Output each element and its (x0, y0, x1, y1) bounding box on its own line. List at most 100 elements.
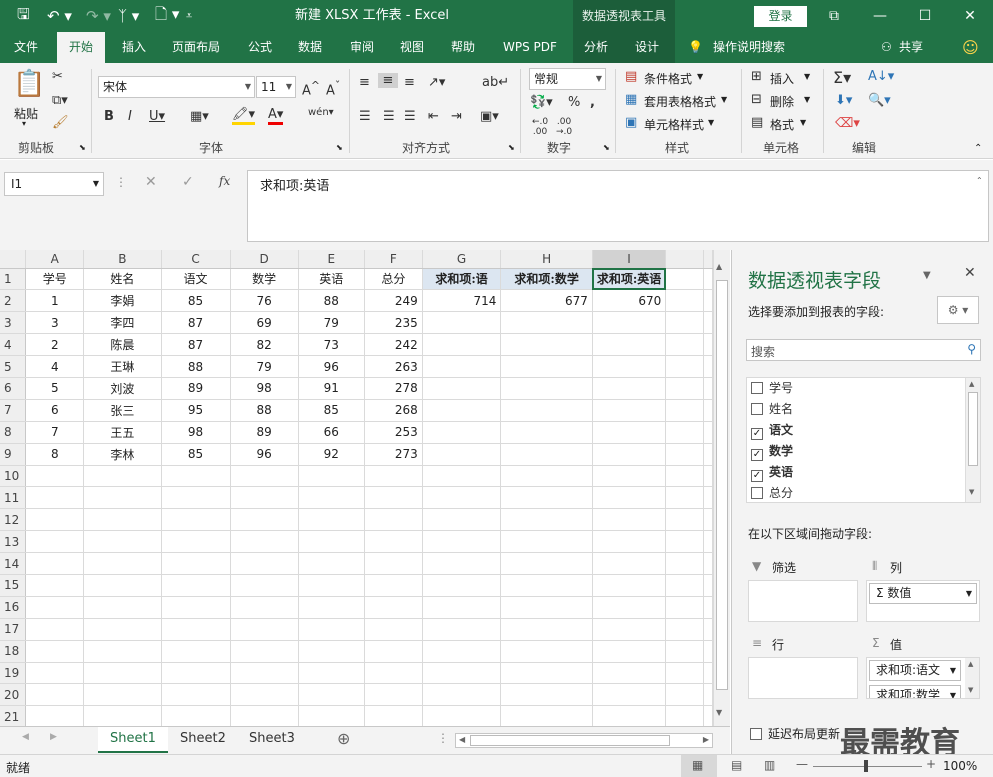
cell[interactable] (83, 705, 162, 726)
cell[interactable]: 英语 (298, 268, 365, 291)
row-header[interactable]: 19 (0, 662, 27, 685)
ribbon-display-icon[interactable]: ⧉ (811, 0, 857, 32)
cell[interactable] (703, 574, 713, 597)
cell[interactable] (500, 705, 593, 726)
cell[interactable]: 278 (364, 377, 423, 400)
tab-data[interactable]: 数据 (296, 32, 324, 63)
scroll-thumb[interactable] (716, 280, 728, 690)
cell[interactable] (364, 530, 423, 554)
grow-font-icon[interactable]: A^ (302, 79, 320, 98)
clear-icon[interactable]: ⌫▾ (835, 116, 860, 131)
cell[interactable] (703, 355, 713, 378)
sheet-tab-3[interactable]: Sheet3 (237, 727, 307, 753)
cell[interactable] (422, 399, 502, 422)
cell[interactable] (364, 705, 423, 726)
cell[interactable] (592, 574, 667, 597)
column-header-F[interactable]: F (364, 250, 423, 269)
cell[interactable] (703, 377, 713, 400)
cell[interactable] (500, 530, 593, 554)
cell[interactable] (25, 640, 85, 663)
tab-design[interactable]: 设计 (633, 32, 661, 63)
cell[interactable] (25, 552, 85, 575)
font-name-select[interactable]: 宋体 ▼ (98, 76, 255, 98)
cell[interactable] (25, 705, 85, 726)
cell[interactable]: 69 (230, 311, 299, 335)
cell[interactable]: 87 (161, 311, 231, 335)
cell[interactable]: 李四 (83, 311, 162, 335)
cell[interactable]: 3 (25, 311, 85, 335)
delete-cells-button[interactable]: 删除 (770, 93, 794, 110)
cell[interactable] (422, 683, 502, 707)
orientation-icon[interactable]: ↗▾ (428, 75, 445, 90)
cell[interactable]: 王五 (83, 421, 162, 444)
cell[interactable]: 陈晨 (83, 333, 162, 357)
cell[interactable] (230, 705, 299, 726)
worksheet-grid[interactable]: A B C D E F G H I 1 学号 姓名 语文 数学 英语 总分 求和项:语 求和项:数学 求和项:英语 2… (0, 250, 713, 726)
value-chip-math[interactable]: 求和项:数学 ▼ (869, 685, 961, 698)
cell[interactable] (25, 574, 85, 597)
cell[interactable] (665, 289, 704, 313)
cell[interactable] (703, 683, 713, 707)
row-header[interactable]: 2 (0, 289, 27, 313)
cell[interactable] (161, 683, 231, 707)
cell[interactable] (230, 662, 299, 685)
cell[interactable]: 87 (161, 333, 231, 357)
font-size-select[interactable]: 11 ▼ (256, 76, 296, 98)
vertical-scrollbar[interactable]: ▲ ▼ (713, 250, 730, 726)
cell[interactable] (298, 640, 365, 663)
cell[interactable] (83, 508, 162, 532)
cell[interactable] (500, 574, 593, 597)
cell[interactable]: 242 (364, 333, 423, 357)
cell[interactable] (364, 640, 423, 663)
horizontal-scrollbar[interactable]: ◀ ▶ (455, 733, 713, 748)
cell[interactable] (592, 552, 667, 575)
cell[interactable] (592, 662, 667, 685)
cell[interactable] (500, 662, 593, 685)
undo-icon[interactable]: ↶ ▾ (47, 0, 72, 32)
scroll-up-icon[interactable]: ▲ (716, 262, 722, 271)
formula-input[interactable]: 求和项:英语 (247, 170, 989, 242)
pane-close-icon[interactable]: ✕ (964, 265, 976, 281)
field-item[interactable]: 学号 (751, 378, 793, 399)
cell[interactable] (161, 662, 231, 685)
cell[interactable] (161, 465, 231, 488)
cell[interactable] (703, 399, 713, 422)
cell[interactable] (592, 486, 667, 510)
zoom-slider-handle[interactable] (864, 760, 868, 772)
field-item[interactable]: 姓名 (751, 399, 793, 420)
cell[interactable]: 249 (364, 289, 423, 313)
cell[interactable]: 73 (298, 333, 365, 357)
insert-function-icon[interactable]: fx (219, 174, 230, 188)
cell[interactable]: 98 (230, 377, 299, 400)
cell[interactable]: 姓名 (83, 268, 162, 291)
row-header[interactable]: 12 (0, 508, 27, 532)
cell[interactable] (364, 662, 423, 685)
field-list-scrollbar[interactable]: ▲ ▼ (965, 378, 980, 502)
cell[interactable] (500, 443, 593, 466)
cell[interactable] (665, 377, 704, 400)
tab-insert[interactable]: 插入 (120, 32, 148, 63)
tab-page-layout[interactable]: 页面布局 (170, 32, 222, 63)
cell[interactable] (703, 662, 713, 685)
chevron-down-icon[interactable]: ▼ (804, 72, 810, 81)
close-icon[interactable]: ✕ (947, 0, 993, 32)
cell[interactable]: 96 (298, 355, 365, 378)
scroll-right-icon[interactable]: ▶ (703, 735, 709, 744)
align-middle-icon[interactable]: ≡ (378, 73, 398, 88)
italic-icon[interactable]: I (128, 109, 132, 124)
field-item[interactable]: ✓ 数学 (751, 441, 793, 462)
column-header-I[interactable]: I (592, 250, 667, 269)
cancel-icon[interactable]: ✕ (145, 174, 157, 190)
cell[interactable] (230, 574, 299, 597)
cut-icon[interactable]: ✂ (52, 69, 63, 84)
cell[interactable] (422, 530, 502, 554)
increase-indent-icon[interactable]: ⇥ (451, 109, 462, 124)
cell[interactable] (500, 596, 593, 619)
cell[interactable] (703, 640, 713, 663)
zoom-in-icon[interactable]: + (926, 757, 936, 771)
number-format-select[interactable]: 常规 ▼ (529, 68, 606, 90)
column-header-D[interactable]: D (230, 250, 299, 269)
rows-zone[interactable] (748, 657, 858, 699)
cell[interactable] (161, 640, 231, 663)
column-header-H[interactable]: H (500, 250, 593, 269)
